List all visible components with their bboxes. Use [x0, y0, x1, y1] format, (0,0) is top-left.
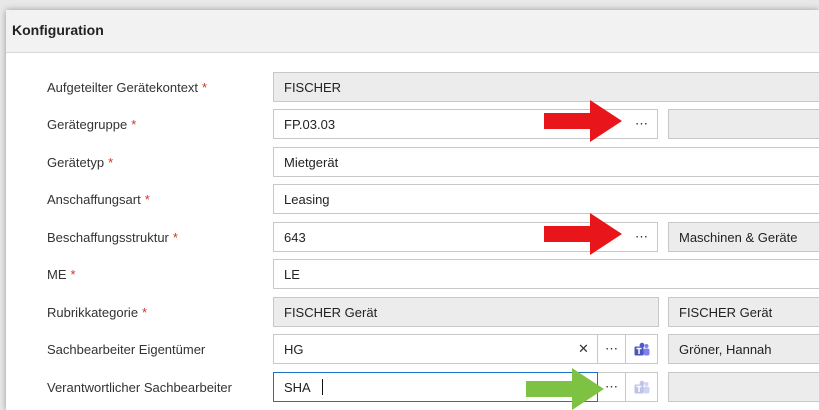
owner-label: Sachbearbeiter Eigentümer [47, 342, 206, 357]
procurement-description: Maschinen & Geräte [668, 222, 819, 252]
procurement-label: Beschaffungsstruktur * [47, 230, 178, 245]
row-category: Rubrikkategorie * FISCHER Gerät FISCHER G… [6, 297, 819, 327]
owner-lookup-button[interactable]: ⋯ [598, 334, 626, 364]
me-label: ME * [47, 267, 76, 282]
section-title: Konfiguration [12, 22, 104, 38]
category-field: FISCHER Gerät [273, 297, 659, 327]
section-header: Konfiguration [6, 10, 819, 53]
required-marker: * [202, 80, 208, 95]
type-label: Gerätetyp * [47, 155, 114, 170]
procurement-lookup-button[interactable]: ⋯ [626, 222, 658, 252]
teams-icon [634, 380, 650, 394]
me-input[interactable]: LE [273, 259, 819, 289]
row-context: Aufgeteilter Gerätekontext * FISCHER [6, 72, 819, 102]
group-lookup-button[interactable]: ⋯ [626, 109, 658, 139]
group-description [668, 109, 819, 139]
red-arrow-annotation [544, 100, 622, 142]
category-description: FISCHER Gerät [668, 297, 819, 327]
owner-teams-button[interactable] [626, 334, 658, 364]
required-marker: * [70, 267, 76, 282]
required-marker: * [131, 117, 137, 132]
owner-input[interactable]: HG [273, 334, 571, 364]
context-field: FISCHER [273, 72, 819, 102]
text-cursor [322, 379, 323, 395]
acquisition-label: Anschaffungsart * [47, 192, 150, 207]
category-label: Rubrikkategorie * [47, 305, 148, 320]
red-arrow-annotation [544, 213, 622, 255]
required-marker: * [144, 192, 150, 207]
required-marker: * [108, 155, 114, 170]
acquisition-input[interactable]: Leasing [273, 184, 819, 214]
row-owner: Sachbearbeiter Eigentümer HG ✕ ⋯ Gröner,… [6, 334, 819, 364]
type-input[interactable]: Mietgerät [273, 147, 819, 177]
group-label: Gerätegruppe * [47, 117, 137, 132]
row-type: Gerätetyp * Mietgerät [6, 147, 819, 177]
responsible-description [668, 372, 819, 402]
green-arrow-annotation [526, 368, 604, 410]
owner-clear-button[interactable]: ✕ [570, 334, 598, 364]
row-group: Gerätegruppe * FP.03.03 ⋯ [6, 109, 819, 139]
configuration-panel: Konfiguration Aufgeteilter Gerätekontext… [6, 10, 819, 410]
row-responsible: Verantwortlicher Sachbearbeiter SHA ⋯ [6, 372, 819, 402]
responsible-teams-button[interactable] [626, 372, 658, 402]
context-label: Aufgeteilter Gerätekontext * [47, 80, 208, 95]
owner-name: Gröner, Hannah [668, 334, 819, 364]
row-procurement: Beschaffungsstruktur * 643 ⋯ Maschinen & … [6, 222, 819, 252]
required-marker: * [172, 230, 178, 245]
row-me: ME * LE [6, 259, 819, 289]
row-acquisition: Anschaffungsart * Leasing [6, 184, 819, 214]
required-marker: * [142, 305, 148, 320]
responsible-label: Verantwortlicher Sachbearbeiter [47, 380, 232, 395]
teams-icon [634, 342, 650, 356]
